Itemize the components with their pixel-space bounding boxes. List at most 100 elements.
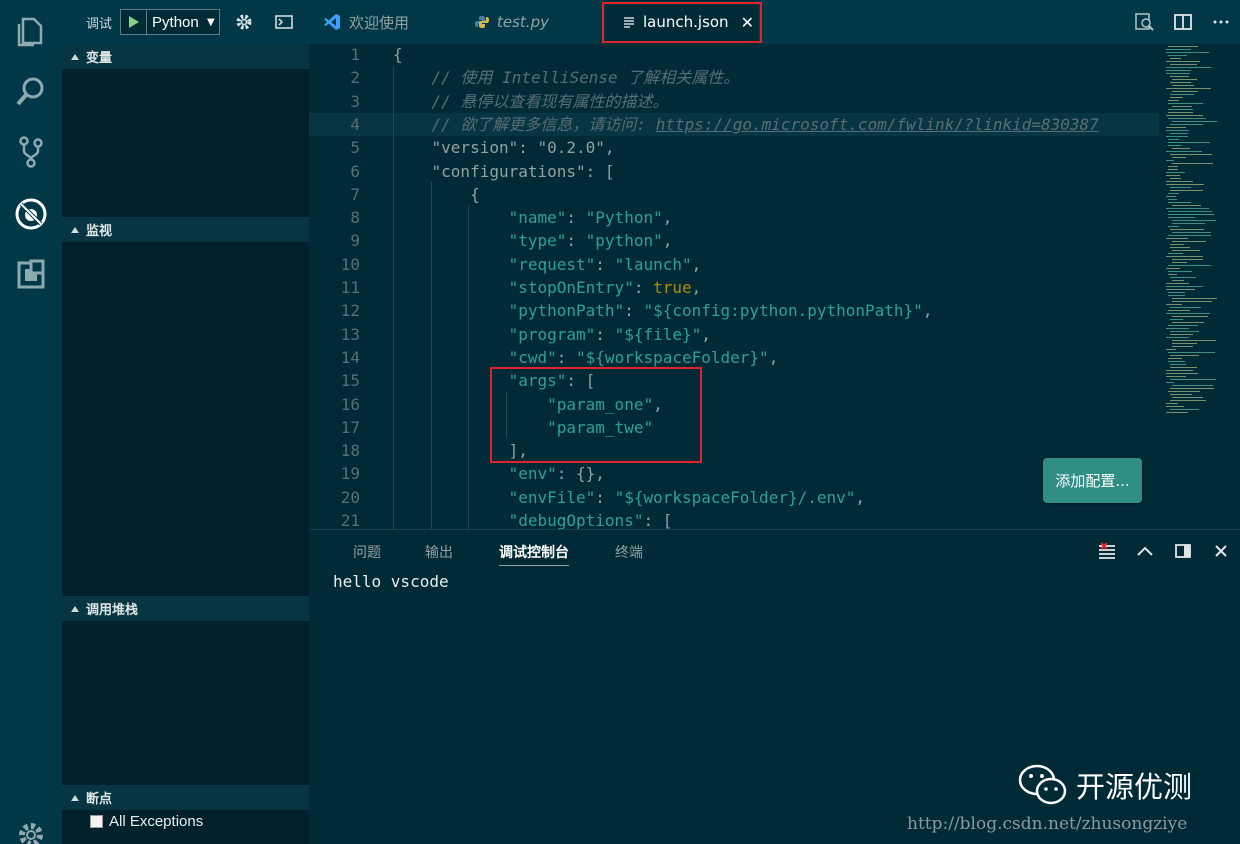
code-token: "request" xyxy=(508,254,596,274)
line-number: 13 xyxy=(340,324,360,344)
code-line[interactable]: 14 "cwd": "${workspaceFolder}", xyxy=(309,346,1159,369)
code-text: "version": "0.2.0", xyxy=(393,136,615,159)
code-line[interactable]: 5 "version": "0.2.0", xyxy=(309,136,1159,159)
minimap-line xyxy=(1168,274,1177,275)
code-editor[interactable]: 1{2 // 使用 IntelliSense 了解相关属性。 3 // 悬停以查看… xyxy=(309,44,1240,529)
add-configuration-button[interactable]: 添加配置... xyxy=(1043,458,1142,503)
minimap-line xyxy=(1166,73,1190,74)
debug-console-output: hello vscode xyxy=(333,572,449,591)
minimap-line xyxy=(1168,217,1195,218)
code-line[interactable]: 11 "stopOnEntry": true, xyxy=(309,276,1159,299)
minimap-line xyxy=(1166,160,1174,161)
toggle-panel-position-button[interactable] xyxy=(1164,538,1202,564)
variables-section-header[interactable]: 变量 xyxy=(62,44,309,69)
code-line[interactable]: 21 "debugOptions": [ xyxy=(309,509,1159,529)
minimap-line xyxy=(1170,229,1204,230)
minimap-line xyxy=(1170,97,1183,98)
code-line[interactable]: 17 "param_twe" xyxy=(309,416,1159,439)
tab-test-py[interactable]: test.py xyxy=(457,0,605,44)
minimap-line xyxy=(1168,46,1198,47)
code-token: : xyxy=(633,278,654,297)
tab-problems[interactable]: 问题 xyxy=(353,542,381,562)
line-number: 6 xyxy=(350,161,360,181)
breakpoints-section-header[interactable]: 断点 xyxy=(62,785,309,810)
open-launch-json-button[interactable] xyxy=(234,12,254,32)
watermark-name: 开源优测 xyxy=(1076,770,1193,804)
minimap-line xyxy=(1170,277,1196,278)
code-text: "debugOptions": [ xyxy=(393,509,673,529)
watch-section-header[interactable]: 监视 xyxy=(62,217,309,242)
breakpoints-section-title: 断点 xyxy=(86,792,113,807)
minimap[interactable] xyxy=(1158,44,1240,424)
tab-terminal[interactable]: 终端 xyxy=(615,542,643,562)
code-link[interactable]: https://go.microsoft.com/fwlink/?linkid=… xyxy=(656,115,1099,134)
minimap-line xyxy=(1168,352,1215,353)
minimap-line xyxy=(1166,304,1182,305)
breakpoint-checkbox[interactable] xyxy=(90,815,103,828)
tab-welcome[interactable]: 欢迎使用 xyxy=(309,0,457,44)
line-number: 9 xyxy=(350,231,360,251)
code-line[interactable]: 15 "args": [ xyxy=(309,369,1159,392)
maximize-panel-button[interactable] xyxy=(1126,538,1164,564)
code-token: "${config:python.pythonPath}" xyxy=(643,301,923,321)
code-line[interactable]: 8 "name": "Python", xyxy=(309,206,1159,229)
debug-config-select[interactable]: Python ▼ xyxy=(120,9,221,35)
code-line[interactable]: 1{ xyxy=(309,44,1159,66)
breakpoint-all-exceptions[interactable]: All Exceptions xyxy=(90,813,203,830)
minimap-line xyxy=(1172,106,1192,107)
minimap-line xyxy=(1170,82,1191,83)
close-panel-button[interactable] xyxy=(1202,538,1240,564)
code-token: , xyxy=(691,254,702,274)
code-line[interactable]: 6 "configurations": [ xyxy=(309,160,1159,183)
code-text: "program": "${file}", xyxy=(393,323,711,346)
settings-gear-icon[interactable] xyxy=(12,816,50,844)
code-token: , xyxy=(662,231,673,251)
minimap-line xyxy=(1168,55,1187,56)
clear-console-button[interactable] xyxy=(1088,538,1126,564)
debug-icon[interactable] xyxy=(12,195,50,233)
code-line[interactable]: 13 "program": "${file}", xyxy=(309,323,1159,346)
code-line[interactable]: 12 "pythonPath": "${config:python.python… xyxy=(309,299,1159,322)
more-actions-button[interactable] xyxy=(1202,20,1240,24)
editor-actions xyxy=(1126,0,1240,44)
minimap-line xyxy=(1166,403,1178,404)
collapse-icon xyxy=(71,605,79,612)
code-line[interactable]: 9 "type": "python", xyxy=(309,229,1159,252)
minimap-line xyxy=(1170,244,1184,245)
code-token: "${workspaceFolder}/.env" xyxy=(614,487,856,507)
code-line[interactable]: 4 // 欲了解更多信息，请访问: https://go.microsoft.c… xyxy=(309,112,1159,136)
debug-console-button[interactable] xyxy=(274,14,294,30)
code-line[interactable]: 10 "request": "launch", xyxy=(309,253,1159,276)
code-line[interactable]: 3 // 悬停以查看现有属性的描述。 xyxy=(309,90,1159,113)
extensions-icon[interactable] xyxy=(12,256,50,294)
code-line[interactable]: 20 "envFile": "${workspaceFolder}/.env", xyxy=(309,486,1159,509)
minimap-line xyxy=(1170,409,1199,410)
code-line[interactable]: 16 "param_one", xyxy=(309,393,1159,416)
minimap-line xyxy=(1170,94,1194,95)
code-line[interactable]: 18 ], xyxy=(309,439,1159,462)
code-line[interactable]: 19 "env": {}, xyxy=(309,462,1159,485)
explorer-icon[interactable] xyxy=(12,12,50,50)
code-line[interactable]: 2 // 使用 IntelliSense 了解相关属性。 xyxy=(309,66,1159,89)
tab-debug-console[interactable]: 调试控制台 xyxy=(499,542,569,566)
call-stack-section-header[interactable]: 调用堆栈 xyxy=(62,596,309,621)
minimap-line xyxy=(1170,400,1206,401)
code-line[interactable]: 7 { xyxy=(309,183,1159,206)
tab-output[interactable]: 输出 xyxy=(425,542,453,562)
minimap-line xyxy=(1172,232,1211,233)
minimap-line xyxy=(1166,283,1189,284)
split-editor-button[interactable] xyxy=(1164,14,1202,30)
source-control-icon[interactable] xyxy=(12,133,50,171)
watermark-logo: 开源优测 xyxy=(1018,764,1192,806)
code-token: // 使用 IntelliSense 了解相关属性。 xyxy=(431,68,740,88)
minimap-line xyxy=(1166,382,1174,383)
open-changes-button[interactable] xyxy=(1126,13,1164,31)
code-token: "env" xyxy=(508,464,557,484)
editor-tab-bar: 欢迎使用 test.py launch.json ✕ xyxy=(309,0,1240,44)
start-debugging-button[interactable] xyxy=(121,10,148,34)
code-token: : xyxy=(595,254,615,274)
search-icon[interactable] xyxy=(12,72,50,110)
